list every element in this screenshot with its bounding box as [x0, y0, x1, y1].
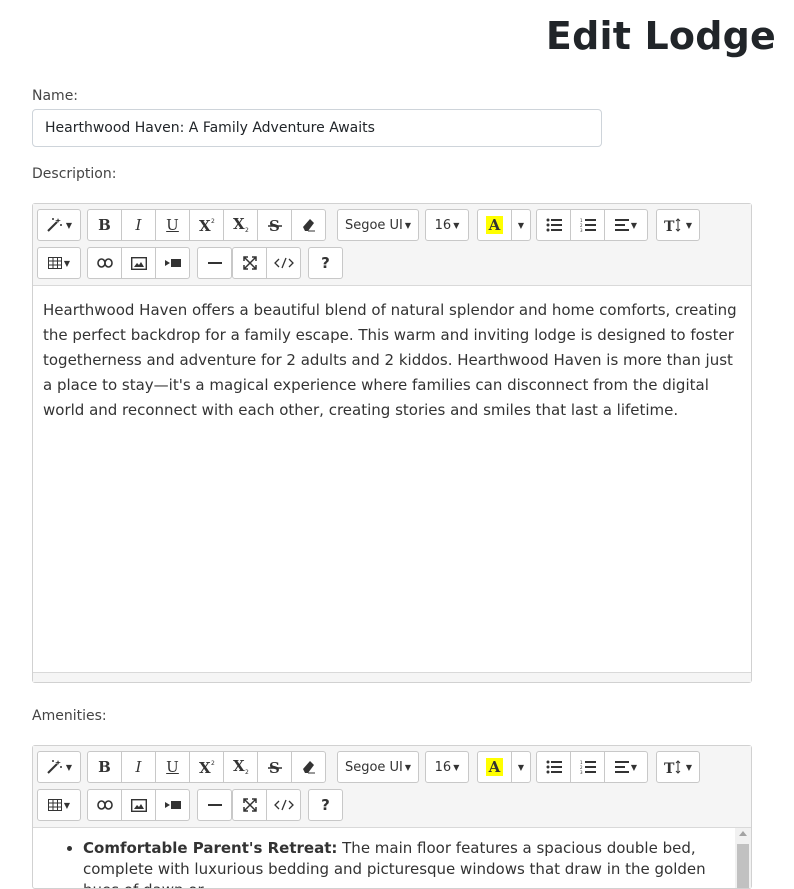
paragraph-align-icon[interactable]: ▼: [604, 751, 648, 783]
description-content[interactable]: Hearthwood Haven offers a beautiful blen…: [33, 286, 751, 672]
svg-text:3: 3: [580, 770, 583, 774]
scroll-up-arrow-icon[interactable]: [739, 831, 747, 836]
help-button[interactable]: ?: [308, 789, 343, 821]
svg-text:T: T: [664, 219, 675, 233]
code-view-icon[interactable]: [266, 789, 301, 821]
svg-text:S: S: [269, 759, 280, 775]
list-item: Comfortable Parent's Retreat: The main f…: [83, 838, 731, 888]
unordered-list-icon[interactable]: [536, 751, 571, 783]
video-icon[interactable]: [155, 247, 190, 279]
font-size-value: 16: [434, 217, 452, 233]
page-title: Edit Lodge: [545, 14, 776, 58]
underline-button[interactable]: U: [155, 751, 190, 783]
italic-button[interactable]: I: [121, 751, 156, 783]
svg-text:X: X: [199, 759, 211, 775]
highlight-dropdown-button[interactable]: ▼: [511, 209, 531, 241]
highlight-icon[interactable]: A: [477, 209, 512, 241]
font-size-dropdown[interactable]: 16 ▼: [425, 751, 469, 783]
font-family-dropdown[interactable]: Segoe UI ▼: [337, 209, 419, 241]
help-button[interactable]: ?: [308, 247, 343, 279]
picture-icon[interactable]: [121, 247, 156, 279]
scrollbar[interactable]: [735, 828, 751, 888]
unordered-list-icon[interactable]: [536, 209, 571, 241]
paragraph-align-icon[interactable]: ▼: [604, 209, 648, 241]
highlight-letter: A: [485, 758, 504, 776]
ordered-list-icon[interactable]: 123: [570, 751, 605, 783]
eraser-icon[interactable]: [291, 751, 326, 783]
horizontal-rule-icon[interactable]: [197, 247, 232, 279]
superscript-icon[interactable]: X2: [189, 751, 224, 783]
strikethrough-icon[interactable]: S: [257, 751, 292, 783]
font-size-dropdown[interactable]: 16 ▼: [425, 209, 469, 241]
table-icon[interactable]: ▼: [37, 247, 81, 279]
fullscreen-icon[interactable]: [232, 247, 267, 279]
list-item-title: Comfortable Parent's Retreat:: [83, 839, 338, 857]
magic-wand-icon[interactable]: ▼: [37, 751, 81, 783]
svg-text:T: T: [664, 761, 675, 775]
line-height-icon[interactable]: T ▼: [656, 209, 700, 241]
svg-text:3: 3: [580, 228, 583, 232]
svg-text:X: X: [233, 758, 245, 775]
superscript-icon[interactable]: X2: [189, 209, 224, 241]
editor-toolbar: ▼ B I U X2 X2 S Segoe UI ▼ 16 ▼ A ▼ 1 2 …: [33, 746, 751, 828]
code-view-icon[interactable]: [266, 247, 301, 279]
highlight-icon[interactable]: A: [477, 751, 512, 783]
svg-text:2: 2: [211, 760, 215, 767]
highlight-dropdown-button[interactable]: ▼: [511, 751, 531, 783]
editor-resize-bar[interactable]: [33, 672, 751, 682]
horizontal-rule-icon[interactable]: [197, 789, 232, 821]
name-input[interactable]: [32, 109, 602, 147]
font-size-value: 16: [434, 759, 452, 775]
eraser-icon[interactable]: [291, 209, 326, 241]
italic-button[interactable]: I: [121, 209, 156, 241]
editor-toolbar: ▼ B I U X2 X2 S Segoe UI ▼ 16 ▼ A ▼ 1 2 …: [33, 204, 751, 286]
svg-text:X: X: [233, 216, 245, 233]
font-family-dropdown[interactable]: Segoe UI ▼: [337, 751, 419, 783]
bold-button[interactable]: B: [87, 209, 122, 241]
description-editor: ▼ B I U X2 X2 S Segoe UI ▼ 16 ▼ A ▼ 1 2 …: [32, 203, 752, 683]
svg-text:2: 2: [245, 769, 249, 776]
link-icon[interactable]: [87, 247, 122, 279]
link-icon[interactable]: [87, 789, 122, 821]
svg-text:X: X: [199, 217, 211, 233]
subscript-icon[interactable]: X2: [223, 209, 258, 241]
underline-button[interactable]: U: [155, 209, 190, 241]
video-icon[interactable]: [155, 789, 190, 821]
svg-text:2: 2: [245, 227, 249, 234]
highlight-letter: A: [485, 216, 504, 234]
subscript-icon[interactable]: X2: [223, 751, 258, 783]
magic-wand-icon[interactable]: ▼: [37, 209, 81, 241]
table-icon[interactable]: ▼: [37, 789, 81, 821]
name-label: Name:: [32, 88, 79, 104]
svg-text:2: 2: [211, 218, 215, 225]
ordered-list-icon[interactable]: 123: [570, 209, 605, 241]
svg-text:S: S: [269, 217, 280, 233]
font-family-value: Segoe UI: [344, 217, 403, 233]
bold-button[interactable]: B: [87, 751, 122, 783]
line-height-icon[interactable]: T ▼: [656, 751, 700, 783]
amenities-content[interactable]: Comfortable Parent's Retreat: The main f…: [33, 828, 751, 888]
fullscreen-icon[interactable]: [232, 789, 267, 821]
amenities-editor: ▼ B I U X2 X2 S Segoe UI ▼ 16 ▼ A ▼ 1 2 …: [32, 745, 752, 889]
picture-icon[interactable]: [121, 789, 156, 821]
scrollbar-thumb[interactable]: [737, 844, 749, 888]
font-family-value: Segoe UI: [344, 759, 403, 775]
description-label: Description:: [32, 166, 117, 182]
amenities-label: Amenities:: [32, 708, 107, 724]
strikethrough-icon[interactable]: S: [257, 209, 292, 241]
